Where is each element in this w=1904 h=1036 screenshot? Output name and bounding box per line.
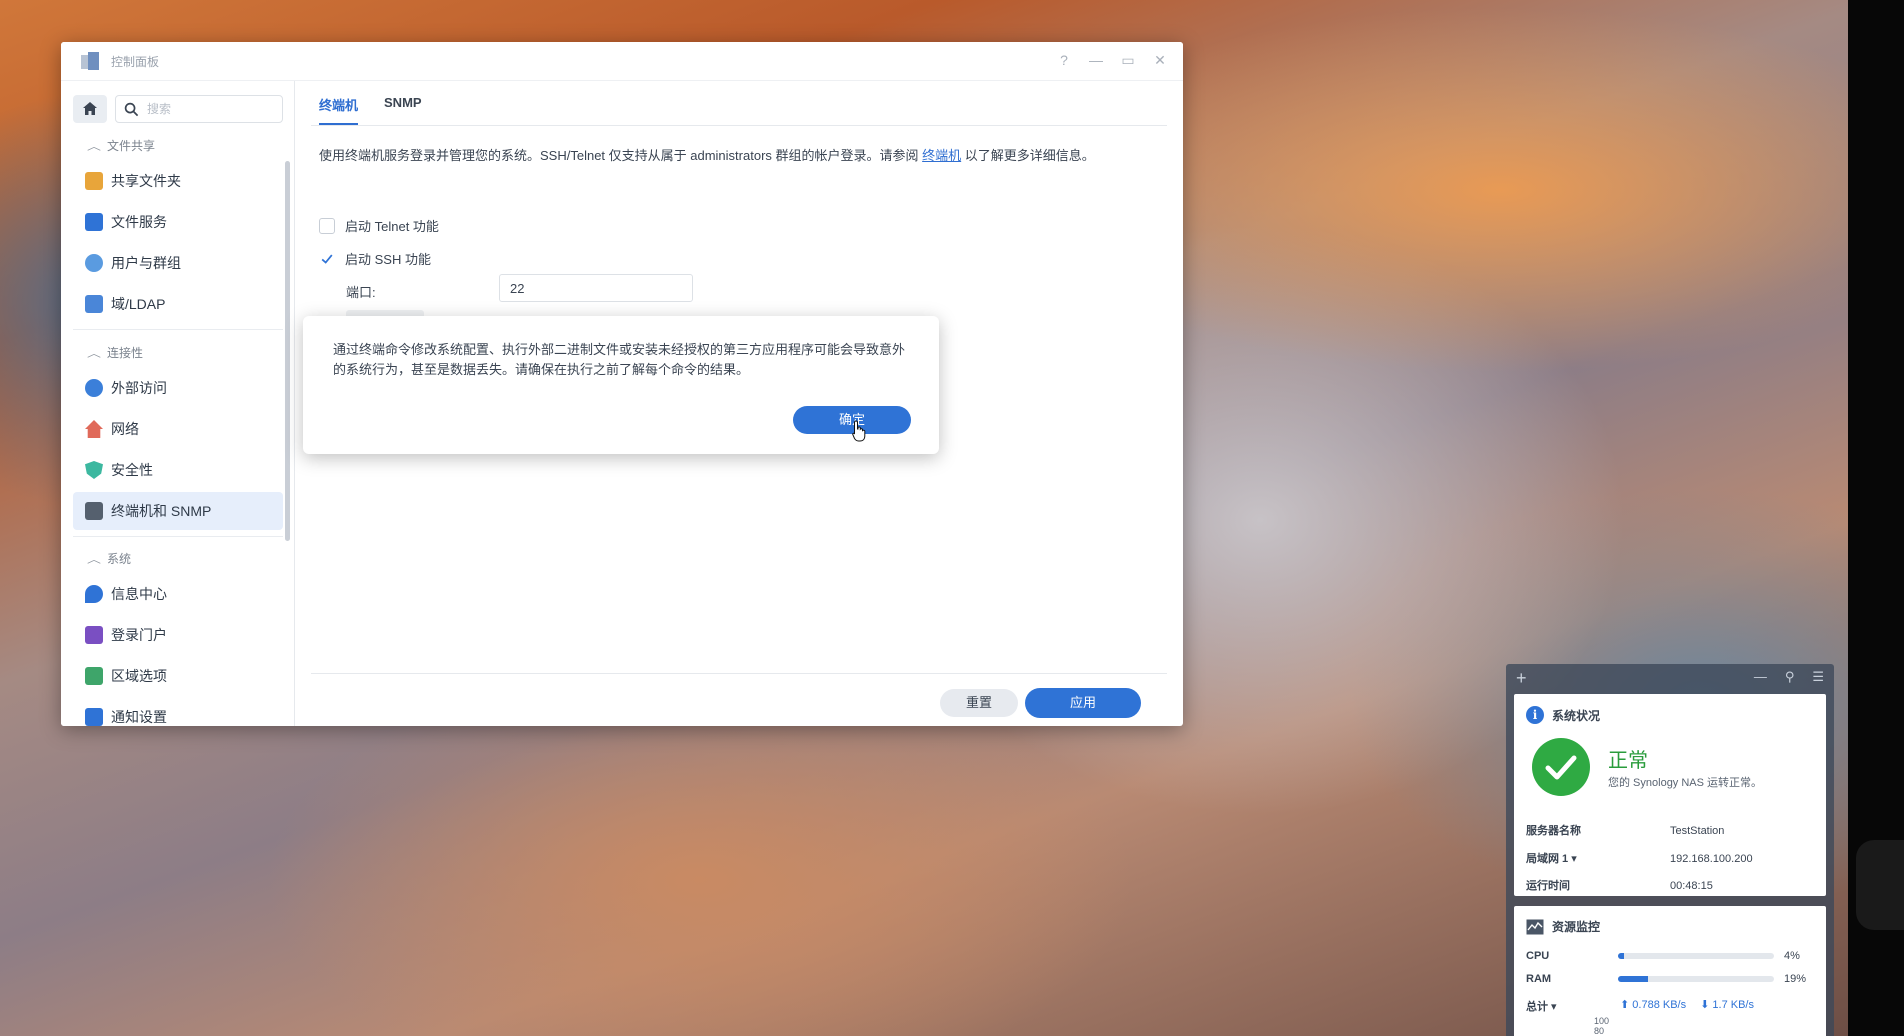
chevron-up-icon: ︿ xyxy=(87,142,101,153)
resource-monitor-card: 资源监控 CPU 4% RAM 19% 总计 ▾ ⬆ 0.788 KB/s ⬇ … xyxy=(1514,906,1826,1036)
screen-edge xyxy=(1848,0,1904,1036)
minimize-icon[interactable]: — xyxy=(1754,669,1767,685)
network-icon xyxy=(85,420,103,438)
network-row: 总计 ▾ ⬆ 0.788 KB/s ⬇ 1.7 KB/s xyxy=(1526,998,1754,1014)
ssh-checkbox[interactable] xyxy=(319,250,335,267)
regional-options-icon xyxy=(85,667,103,685)
widget-panel: + — ⚲ ☰ i 系统状况 正常 您的 Synology NAS 运转正常。 … xyxy=(1506,664,1834,1036)
sidebar-item-file-services[interactable]: 文件服务 xyxy=(73,203,283,241)
resource-monitor-title: 资源监控 xyxy=(1552,920,1601,934)
pointer-cursor-icon xyxy=(852,420,866,442)
cpu-row: CPU 4% xyxy=(1526,950,1800,962)
total-dropdown[interactable]: 总计 ▾ xyxy=(1526,998,1606,1014)
server-name-row: 服务器名称 TestStation xyxy=(1526,825,1725,837)
search-input[interactable] xyxy=(145,101,259,117)
home-button[interactable] xyxy=(73,95,107,123)
sidebar-item-users-groups[interactable]: 用户与群组 xyxy=(73,244,283,282)
sidebar: ︿文件共享 共享文件夹 文件服务 用户与群组 域/LDAP ︿连接性 外部访问 … xyxy=(61,81,295,726)
chevron-up-icon: ︿ xyxy=(87,349,101,360)
help-icon[interactable]: ? xyxy=(1055,50,1073,70)
checkmark-icon xyxy=(321,254,333,264)
sidebar-item-shared-folder[interactable]: 共享文件夹 xyxy=(73,162,283,200)
description: 使用终端机服务登录并管理您的系统。SSH/Telnet 仅支持从属于 admin… xyxy=(319,148,1095,163)
sidebar-item-info-center[interactable]: 信息中心 xyxy=(73,575,283,613)
lan-row[interactable]: 局域网 1 ▾ 192.168.100.200 xyxy=(1526,850,1753,866)
sidebar-item-notification[interactable]: 通知设置 xyxy=(73,698,283,726)
notification-icon xyxy=(85,708,103,726)
telnet-checkbox[interactable] xyxy=(319,217,335,234)
resource-monitor-icon xyxy=(1526,919,1544,934)
status-ok-icon xyxy=(1532,738,1590,796)
tab-terminal[interactable]: 终端机 xyxy=(319,95,359,125)
sidebar-item-external-access[interactable]: 外部访问 xyxy=(73,369,283,407)
telnet-option[interactable]: 启动 Telnet 功能 xyxy=(319,216,439,235)
warning-dialog: 通过终端命令修改系统配置、执行外部二进制文件或安装未经授权的第三方应用程序可能会… xyxy=(303,316,939,454)
file-services-icon xyxy=(85,213,103,231)
minimize-icon[interactable]: — xyxy=(1087,50,1105,70)
terminal-icon xyxy=(85,502,103,520)
pin-icon[interactable]: ⚲ xyxy=(1785,669,1795,685)
control-panel-icon xyxy=(81,52,99,70)
footer-divider xyxy=(311,673,1167,674)
sidebar-item-login-portal[interactable]: 登录门户 xyxy=(73,616,283,654)
maximize-icon[interactable]: ▭ xyxy=(1119,50,1137,70)
section-system[interactable]: ︿ 系统 xyxy=(87,550,131,567)
warning-message: 通过终端命令修改系统配置、执行外部二进制文件或安装未经授权的第三方应用程序可能会… xyxy=(333,342,906,377)
port-label: 端口: xyxy=(346,285,376,300)
sidebar-item-terminal-snmp[interactable]: 终端机和 SNMP xyxy=(73,492,283,530)
sidebar-item-network[interactable]: 网络 xyxy=(73,410,283,448)
ram-bar xyxy=(1618,976,1774,982)
edge-handle xyxy=(1856,840,1904,930)
external-access-icon xyxy=(85,379,103,397)
add-widget-icon[interactable]: + xyxy=(1516,668,1527,689)
users-icon xyxy=(85,254,103,272)
sidebar-item-regional-options[interactable]: 区域选项 xyxy=(73,657,283,695)
window-title: 控制面板 xyxy=(111,55,160,69)
section-file-sharing[interactable]: ︿ 文件共享 xyxy=(87,137,155,154)
domain-icon xyxy=(85,295,103,313)
port-input[interactable] xyxy=(499,274,693,302)
system-health-title: 系统状况 xyxy=(1552,708,1601,723)
window-titlebar[interactable]: 控制面板 ? — ▭ ✕ xyxy=(61,42,1183,81)
folder-icon xyxy=(85,172,103,190)
tab-divider xyxy=(311,125,1167,126)
tab-snmp[interactable]: SNMP xyxy=(384,95,422,125)
section-divider xyxy=(73,536,283,537)
login-portal-icon xyxy=(85,626,103,644)
sidebar-item-domain-ldap[interactable]: 域/LDAP xyxy=(73,285,283,323)
ram-row: RAM 19% xyxy=(1526,973,1807,985)
info-icon xyxy=(85,585,103,603)
uptime-row: 运行时间 00:48:15 xyxy=(1526,880,1713,892)
status-main: 正常 xyxy=(1608,750,1648,772)
search-box[interactable] xyxy=(115,95,283,123)
home-icon xyxy=(83,102,97,115)
apply-button[interactable]: 应用 xyxy=(1025,688,1141,718)
sidebar-item-security[interactable]: 安全性 xyxy=(73,451,283,489)
section-divider xyxy=(73,329,283,330)
terminal-help-link[interactable]: 终端机 xyxy=(922,148,961,163)
sidebar-scrollbar[interactable] xyxy=(285,161,290,541)
status-sub: 您的 Synology NAS 运转正常。 xyxy=(1608,777,1763,789)
ssh-option[interactable]: 启动 SSH 功能 xyxy=(319,249,431,268)
search-icon xyxy=(124,102,139,116)
section-connectivity[interactable]: ︿ 连接性 xyxy=(87,344,143,361)
reset-button[interactable]: 重置 xyxy=(940,689,1018,717)
chevron-up-icon: ︿ xyxy=(87,555,101,566)
shield-icon xyxy=(85,461,103,479)
widget-menu-icon[interactable]: ☰ xyxy=(1812,669,1824,685)
cpu-bar xyxy=(1618,953,1774,959)
chart-axis-label: 100 80 xyxy=(1594,1016,1610,1036)
info-icon: i xyxy=(1526,706,1544,724)
system-health-card: i 系统状况 正常 您的 Synology NAS 运转正常。 服务器名称 Tes… xyxy=(1514,694,1826,896)
download-speed: ⬇ 1.7 KB/s xyxy=(1700,999,1754,1011)
upload-speed: ⬆ 0.788 KB/s xyxy=(1620,999,1687,1011)
close-icon[interactable]: ✕ xyxy=(1151,50,1169,70)
